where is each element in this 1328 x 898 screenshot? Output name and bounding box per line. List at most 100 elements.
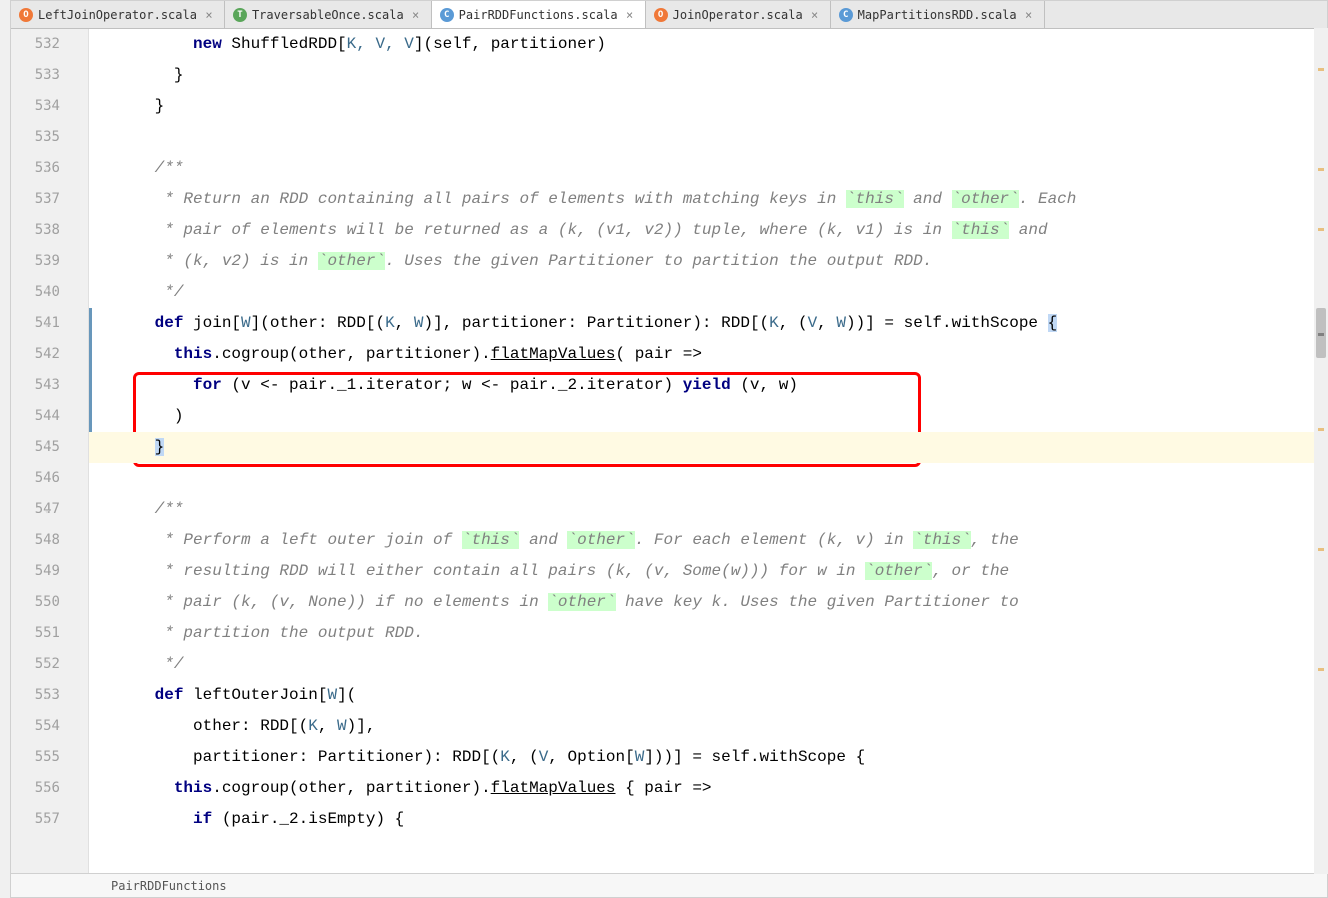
fold-marker-icon[interactable]: ⌃ [40, 657, 54, 671]
scrollbar-warning-mark [1318, 428, 1324, 431]
fold-marker-icon[interactable]: ⌃ [40, 99, 54, 113]
close-icon[interactable]: × [623, 8, 637, 22]
tab-label: LeftJoinOperator.scala [38, 8, 197, 22]
tab-traversableonce[interactable]: T TraversableOnce.scala × [225, 1, 432, 28]
object-icon: O [654, 8, 668, 22]
line-number: 555 [11, 742, 60, 773]
line-number: 552⌃ [11, 649, 60, 680]
line-number: 544 [11, 401, 60, 432]
code-line[interactable] [89, 122, 1327, 153]
line-number: 550 [11, 587, 60, 618]
code-line[interactable]: * (k, v2) is in `other`. Uses the given … [89, 246, 1327, 277]
code-line-current[interactable]: } [89, 432, 1327, 463]
close-icon[interactable]: × [409, 8, 423, 22]
code-line[interactable]: * pair of elements will be returned as a… [89, 215, 1327, 246]
line-number: 539 [11, 246, 60, 277]
code-editor[interactable]: new ShuffledRDD[K, V, V](self, partition… [89, 29, 1327, 873]
class-icon: C [440, 8, 454, 22]
code-line[interactable]: } [89, 91, 1327, 122]
code-line[interactable]: this.cogroup(other, partitioner).flatMap… [89, 339, 1327, 370]
fold-marker-icon[interactable]: ⌄ [40, 161, 54, 175]
line-number: 538 [11, 215, 60, 246]
fold-marker-icon[interactable]: ⌄ [40, 502, 54, 516]
fold-marker-icon[interactable]: ⌃ [40, 68, 54, 82]
line-number: 532 [11, 29, 60, 60]
scrollbar-warning-mark [1318, 168, 1324, 171]
fold-marker-icon[interactable]: ⌄ [40, 688, 54, 702]
code-line[interactable]: * Perform a left outer join of `this` an… [89, 525, 1327, 556]
scrollbar-warning-mark [1318, 548, 1324, 551]
line-number [11, 835, 60, 866]
code-line[interactable]: * pair (k, (v, None)) if no elements in … [89, 587, 1327, 618]
line-number: 545⌃ [11, 432, 60, 463]
line-number: 541⌄ [11, 308, 60, 339]
line-number: 553⌄ [11, 680, 60, 711]
code-line[interactable]: * resulting RDD will either contain all … [89, 556, 1327, 587]
editor-tabs: O LeftJoinOperator.scala × T Traversable… [11, 1, 1327, 29]
close-icon[interactable]: × [1022, 8, 1036, 22]
code-line[interactable]: */ [89, 277, 1327, 308]
code-line[interactable]: for (v <- pair._1.iterator; w <- pair._2… [89, 370, 1327, 401]
line-number: 548 [11, 525, 60, 556]
line-gutter: 532 533⌃ 534⌃ 535 536⌄ 537 538 539 540⌃ … [11, 29, 89, 873]
line-number: 546 [11, 463, 60, 494]
code-line[interactable]: /** [89, 494, 1327, 525]
editor-area: 532 533⌃ 534⌃ 535 536⌄ 537 538 539 540⌃ … [11, 29, 1327, 873]
tab-label: JoinOperator.scala [673, 8, 803, 22]
fold-marker-icon[interactable]: ⌃ [40, 285, 54, 299]
line-number: 533⌃ [11, 60, 60, 91]
fold-marker-icon[interactable]: ⌃ [40, 440, 54, 454]
code-line[interactable]: this.cogroup(other, partitioner).flatMap… [89, 773, 1327, 804]
line-number: 557⌄ [11, 804, 60, 835]
line-number: 542 [11, 339, 60, 370]
code-line[interactable]: def leftOuterJoin[W]( [89, 680, 1327, 711]
code-line[interactable]: * Return an RDD containing all pairs of … [89, 184, 1327, 215]
code-line[interactable]: def join[W](other: RDD[(K, W)], partitio… [89, 308, 1327, 339]
trait-icon: T [233, 8, 247, 22]
code-line[interactable]: partitioner: Partitioner): RDD[(K, (V, O… [89, 742, 1327, 773]
breadcrumb-item[interactable]: PairRDDFunctions [111, 879, 227, 893]
close-icon[interactable]: × [808, 8, 822, 22]
line-number: 540⌃ [11, 277, 60, 308]
fold-marker-icon[interactable]: ⌄ [40, 781, 54, 795]
editor-container: O LeftJoinOperator.scala × T Traversable… [10, 0, 1328, 898]
line-number: 536⌄ [11, 153, 60, 184]
tab-mappartitionsrdd[interactable]: C MapPartitionsRDD.scala × [831, 1, 1045, 28]
code-line[interactable]: * partition the output RDD. [89, 618, 1327, 649]
line-number: 551 [11, 618, 60, 649]
scrollbar-caret-mark [1318, 333, 1324, 336]
code-line[interactable]: ) [89, 401, 1327, 432]
project-tool-window-edge [0, 0, 10, 898]
code-line[interactable]: new ShuffledRDD[K, V, V](self, partition… [89, 29, 1327, 60]
code-line[interactable]: */ [89, 649, 1327, 680]
vertical-scrollbar[interactable] [1314, 28, 1328, 874]
scrollbar-warning-mark [1318, 68, 1324, 71]
line-number: 534⌃ [11, 91, 60, 122]
tab-leftjoinoperator[interactable]: O LeftJoinOperator.scala × [11, 1, 225, 28]
class-icon: C [839, 8, 853, 22]
line-number: 535 [11, 122, 60, 153]
code-line[interactable]: } [89, 60, 1327, 91]
scrollbar-warning-mark [1318, 228, 1324, 231]
code-line[interactable] [89, 463, 1327, 494]
fold-marker-icon[interactable]: ⌄ [40, 812, 54, 826]
fold-marker-icon[interactable]: ⌄ [40, 316, 54, 330]
object-icon: O [19, 8, 33, 22]
line-number: 556⌄ [11, 773, 60, 804]
code-line[interactable]: if (pair._2.isEmpty) { [89, 804, 1327, 835]
breadcrumb-bar[interactable]: PairRDDFunctions [11, 873, 1327, 897]
code-line[interactable]: other: RDD[(K, W)], [89, 711, 1327, 742]
line-number: 549 [11, 556, 60, 587]
line-number: 554 [11, 711, 60, 742]
close-icon[interactable]: × [202, 8, 216, 22]
line-number: 537 [11, 184, 60, 215]
tab-pairrddfunctions[interactable]: C PairRDDFunctions.scala × [432, 1, 646, 28]
line-number: 547⌄ [11, 494, 60, 525]
scrollbar-warning-mark [1318, 668, 1324, 671]
tab-joinoperator[interactable]: O JoinOperator.scala × [646, 1, 831, 28]
code-line[interactable]: /** [89, 153, 1327, 184]
tab-label: PairRDDFunctions.scala [459, 8, 618, 22]
tab-label: MapPartitionsRDD.scala [858, 8, 1017, 22]
tab-label: TraversableOnce.scala [252, 8, 404, 22]
line-number: 543 [11, 370, 60, 401]
